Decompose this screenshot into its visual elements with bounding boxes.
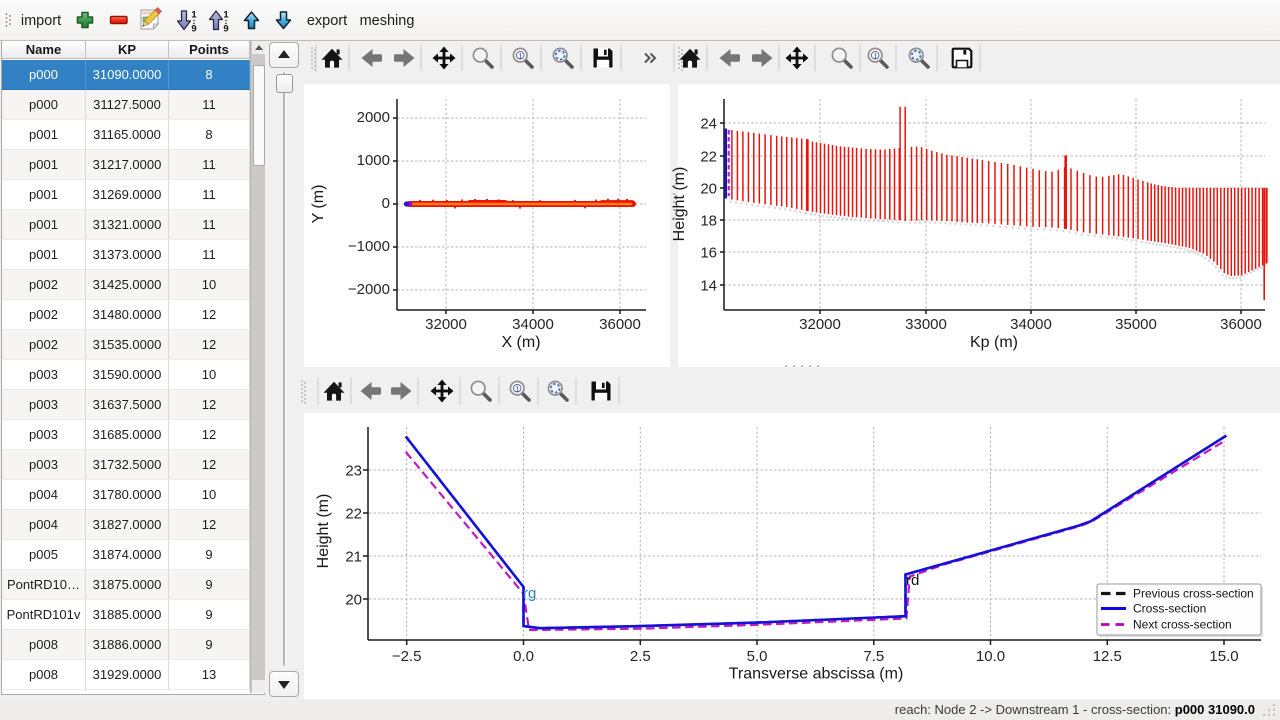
svg-text:1: 1	[518, 52, 522, 61]
svg-text:Height (m): Height (m)	[672, 167, 688, 242]
svg-text:18: 18	[700, 212, 717, 229]
svg-text:24: 24	[700, 115, 717, 132]
svg-text:22: 22	[345, 506, 362, 523]
svg-text:−1000: −1000	[348, 238, 390, 255]
svg-text:33000: 33000	[905, 316, 947, 333]
svg-text:Next cross-section: Next cross-section	[1133, 618, 1232, 632]
svg-text:import: import	[21, 13, 61, 29]
svg-text:20: 20	[345, 592, 362, 609]
svg-text:34000: 34000	[512, 316, 554, 333]
svg-text:7.5: 7.5	[863, 648, 884, 665]
svg-text:Transverse abscissa (m): Transverse abscissa (m)	[729, 666, 904, 683]
svg-text:36000: 36000	[599, 316, 641, 333]
svg-text:Height (m): Height (m)	[315, 494, 332, 569]
svg-text:10.0: 10.0	[976, 648, 1005, 665]
svg-text:21: 21	[345, 549, 362, 566]
svg-text:meshing: meshing	[360, 13, 415, 29]
svg-text:14: 14	[700, 277, 717, 294]
svg-text:2000: 2000	[357, 109, 390, 126]
svg-text:1: 1	[515, 385, 519, 394]
svg-text:12.5: 12.5	[1093, 648, 1122, 665]
svg-text:36000: 36000	[1220, 316, 1262, 333]
svg-text:export: export	[307, 13, 347, 29]
svg-text:34000: 34000	[1010, 316, 1052, 333]
svg-text:−2000: −2000	[348, 281, 390, 298]
svg-text:15.0: 15.0	[1209, 648, 1238, 665]
svg-text:X (m): X (m)	[501, 334, 540, 351]
svg-text:Kp (m): Kp (m)	[970, 334, 1018, 351]
svg-text:1: 1	[191, 10, 197, 21]
svg-text:16: 16	[700, 244, 717, 261]
svg-text:0: 0	[382, 195, 390, 212]
svg-text:9: 9	[223, 24, 228, 35]
svg-text:−2.5: −2.5	[392, 648, 422, 665]
svg-text:2.5: 2.5	[630, 648, 651, 665]
svg-text:35000: 35000	[1115, 316, 1157, 333]
svg-text:1: 1	[223, 10, 229, 21]
svg-text:Y (m): Y (m)	[310, 185, 327, 224]
svg-text:32000: 32000	[799, 316, 841, 333]
svg-text:Previous cross-section: Previous cross-section	[1133, 587, 1254, 601]
svg-text:0.0: 0.0	[513, 648, 534, 665]
svg-text:32000: 32000	[425, 316, 467, 333]
svg-text:1: 1	[873, 52, 877, 61]
svg-text:Cross-section: Cross-section	[1133, 602, 1206, 616]
svg-text:rg: rg	[523, 585, 536, 602]
svg-text:20: 20	[700, 180, 717, 197]
svg-text:22: 22	[700, 148, 717, 165]
svg-text:9: 9	[191, 24, 196, 35]
svg-text:rd: rd	[906, 572, 919, 589]
svg-text:23: 23	[345, 463, 362, 480]
svg-text:1000: 1000	[357, 152, 390, 169]
svg-text:5.0: 5.0	[747, 648, 768, 665]
